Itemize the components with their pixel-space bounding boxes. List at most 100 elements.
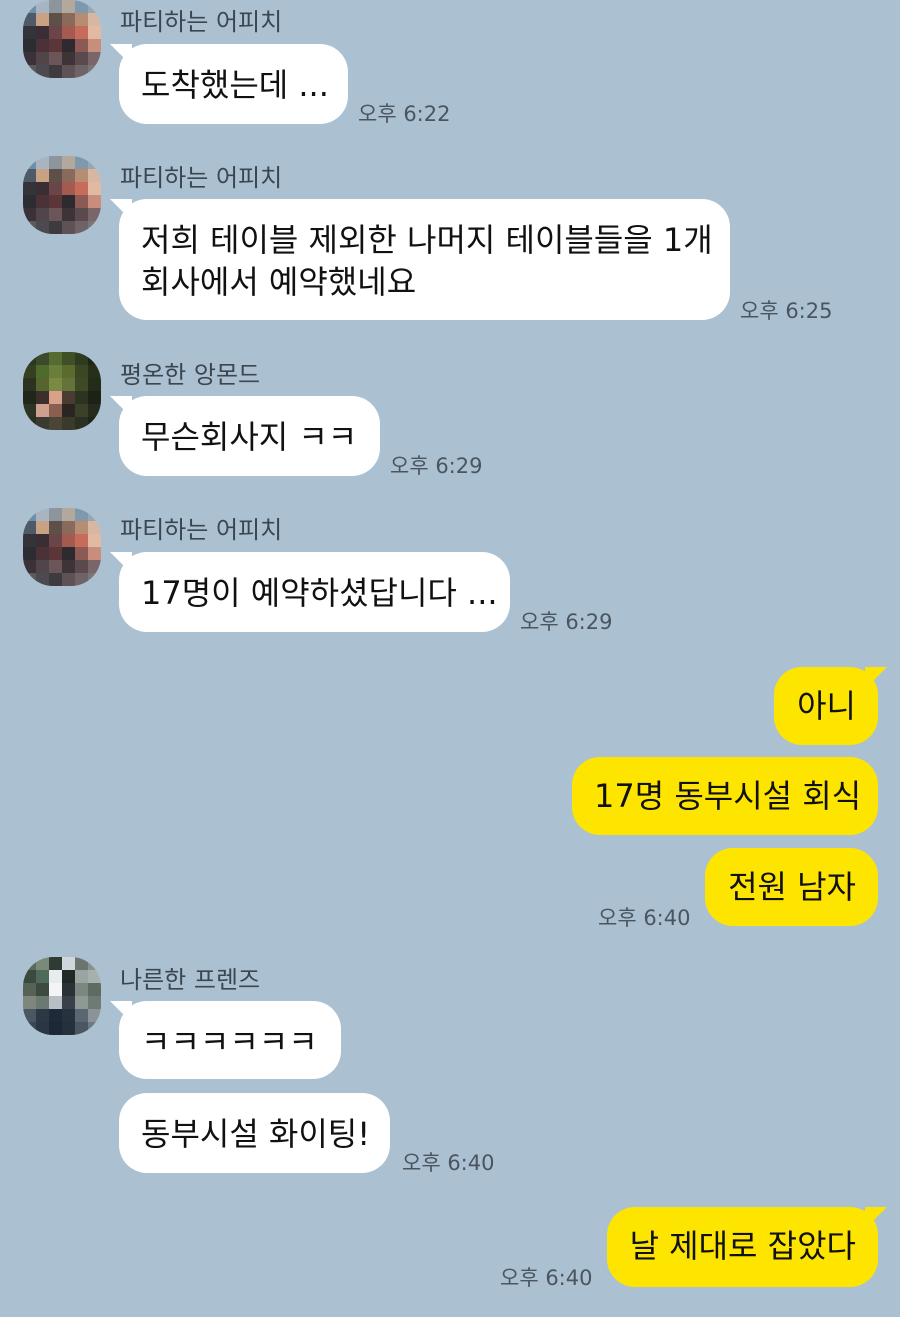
avatar-pixel (62, 996, 75, 1009)
avatar-pixel (88, 521, 101, 534)
avatar-pixel (62, 404, 75, 417)
message-bubble[interactable]: 저희 테이블 제외한 나머지 테이블들을 1개 회사에서 예약했네요 (110, 199, 730, 320)
avatar-pixel (62, 195, 75, 208)
message-bubble[interactable]: 무슨회사지 ㅋㅋ (110, 396, 380, 476)
avatar-pixel (88, 169, 101, 182)
avatar-pixel (36, 221, 49, 234)
avatar-pixel (88, 352, 101, 365)
avatar-almond[interactable] (23, 352, 101, 430)
avatar-pixel (62, 52, 75, 65)
avatar-pixel (36, 156, 49, 169)
avatar-pixel (49, 195, 62, 208)
avatar-pixel (75, 404, 88, 417)
avatar-pixel (75, 221, 88, 234)
avatar-pixel (62, 182, 75, 195)
avatar-pixel (88, 26, 101, 39)
avatar-pixel (88, 13, 101, 26)
avatar-pixel (88, 0, 101, 13)
avatar-pixel (88, 1022, 101, 1035)
avatar-pixel (49, 52, 62, 65)
avatar-pixel (75, 0, 88, 13)
avatar-pixel (62, 983, 75, 996)
avatar-pixel (23, 65, 36, 78)
message-text: 17명 동부시설 회식 (594, 777, 862, 815)
avatar-pixel (49, 39, 62, 52)
message-time: 오후 6:40 (598, 906, 691, 930)
avatar-pixel (49, 547, 62, 560)
avatar-pixel (36, 573, 49, 586)
my-message-bubble[interactable]: 날 제대로 잡았다 (607, 1207, 887, 1287)
avatar-pixel (88, 65, 101, 78)
avatar-pixel (62, 0, 75, 13)
avatar-pixel (49, 404, 62, 417)
avatar-pixel (36, 39, 49, 52)
avatar-pixel (88, 970, 101, 983)
avatar-pixel (75, 195, 88, 208)
avatar-pixel (49, 221, 62, 234)
avatar-pixel (36, 13, 49, 26)
message-text: 도착했는데 ... (141, 66, 329, 104)
avatar-apeach[interactable] (23, 156, 101, 234)
avatar-pixel (62, 169, 75, 182)
avatar-friends[interactable] (23, 957, 101, 1035)
avatar-pixel (36, 52, 49, 65)
avatar-pixel (36, 365, 49, 378)
avatar-pixel (75, 508, 88, 521)
avatar-pixel (23, 221, 36, 234)
message-bubble[interactable]: 도착했는데 ... (110, 44, 348, 124)
message-text: 날 제대로 잡았다 (629, 1227, 856, 1265)
avatar-pixel (49, 573, 62, 586)
avatar-apeach[interactable] (23, 0, 101, 78)
avatar-pixel (23, 169, 36, 182)
avatar-pixel (88, 208, 101, 221)
avatar-pixel (49, 957, 62, 970)
sender-name: 나른한 프렌즈 (120, 966, 261, 994)
message-bubble[interactable]: 17명이 예약하셨답니다 ... (110, 552, 510, 632)
avatar-pixel (88, 417, 101, 430)
avatar-pixel (23, 208, 36, 221)
avatar-pixel (36, 65, 49, 78)
avatar-pixel (23, 508, 36, 521)
avatar-pixel (23, 560, 36, 573)
avatar-pixel (23, 391, 36, 404)
avatar-pixel (49, 352, 62, 365)
avatar-pixel (88, 547, 101, 560)
avatar-pixel (23, 1009, 36, 1022)
avatar-pixel (62, 508, 75, 521)
my-message-bubble[interactable]: 전원 남자 (705, 848, 878, 926)
avatar-pixel (23, 521, 36, 534)
avatar-pixel (62, 1022, 75, 1035)
avatar-pixel (36, 391, 49, 404)
avatar-pixel (36, 508, 49, 521)
avatar-pixel (62, 39, 75, 52)
avatar-pixel (75, 65, 88, 78)
avatar-pixel (36, 169, 49, 182)
my-message-bubble[interactable]: 아니 (774, 667, 887, 745)
avatar-pixel (88, 404, 101, 417)
avatar-pixel (23, 182, 36, 195)
message-text: 17명이 예약하셨답니다 ... (141, 574, 498, 612)
avatar-pixel (75, 365, 88, 378)
avatar-pixel (49, 417, 62, 430)
avatar-pixel (49, 156, 62, 169)
avatar-pixel (49, 169, 62, 182)
avatar-pixel (62, 13, 75, 26)
avatar-pixel (49, 0, 62, 13)
message-bubble[interactable]: 동부시설 화이팅! (119, 1093, 390, 1173)
avatar-pixel (23, 417, 36, 430)
avatar-pixel (88, 957, 101, 970)
avatar-pixel (23, 573, 36, 586)
message-bubble[interactable]: ㅋㅋㅋㅋㅋㅋ (110, 1001, 341, 1079)
avatar-pixel (88, 573, 101, 586)
sender-name: 파티하는 어피치 (120, 164, 283, 192)
avatar-pixel (62, 534, 75, 547)
avatar-pixel (75, 521, 88, 534)
my-message-bubble[interactable]: 17명 동부시설 회식 (572, 757, 878, 835)
avatar-pixel (23, 547, 36, 560)
avatar-apeach[interactable] (23, 508, 101, 586)
avatar-pixel (23, 983, 36, 996)
avatar-pixel (75, 573, 88, 586)
avatar-pixel (23, 957, 36, 970)
avatar-pixel (75, 547, 88, 560)
avatar-pixel (88, 391, 101, 404)
